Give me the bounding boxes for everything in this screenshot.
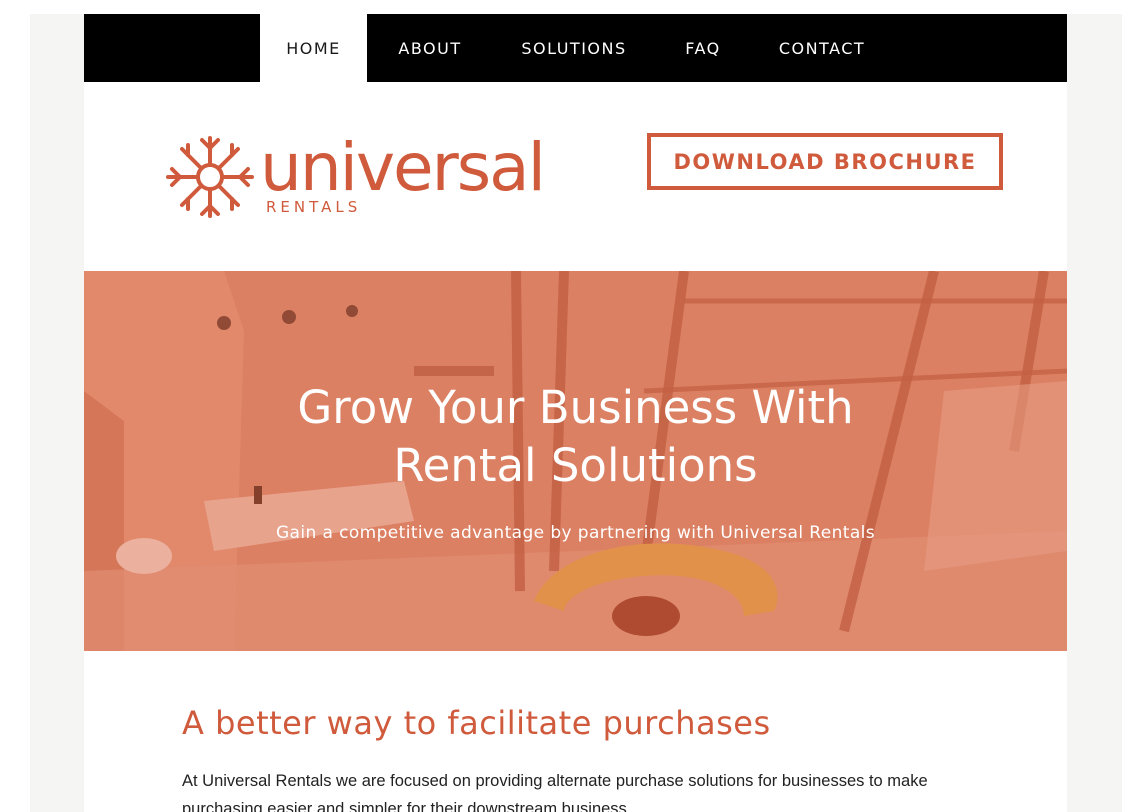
hero-title: Grow Your Business With Rental Solutions [84,379,1067,495]
nav-item-faq[interactable]: FAQ [668,14,738,82]
nav-item-solutions[interactable]: SOLUTIONS [502,14,646,82]
page-container: HOME ABOUT SOLUTIONS FAQ CONTACT univers… [84,14,1067,812]
hero-subtitle: Gain a competitive advantage by partneri… [275,523,876,543]
nav-item-home[interactable]: HOME [260,14,367,82]
nav-item-contact[interactable]: CONTACT [764,14,880,82]
nav-item-about[interactable]: ABOUT [376,14,484,82]
main-nav: HOME ABOUT SOLUTIONS FAQ CONTACT [84,14,1067,82]
section-title: A better way to facilitate purchases [182,704,771,742]
page-gutter-right [1067,14,1122,812]
hero-title-line-2: Rental Solutions [393,439,758,492]
hero-banner: Grow Your Business With Rental Solutions… [84,271,1067,651]
logo-wordmark: universal [260,129,546,206]
section-paragraph: At Universal Rentals we are focused on p… [182,772,928,812]
logo-subtext: RENTALS [266,198,362,216]
download-brochure-button[interactable]: DOWNLOAD BROCHURE [647,133,1003,190]
sunburst-icon [164,134,256,224]
page-gutter-left [30,14,84,812]
hero-title-line-1: Grow Your Business With [297,381,854,434]
logo[interactable]: universal RENTALS [164,132,546,224]
